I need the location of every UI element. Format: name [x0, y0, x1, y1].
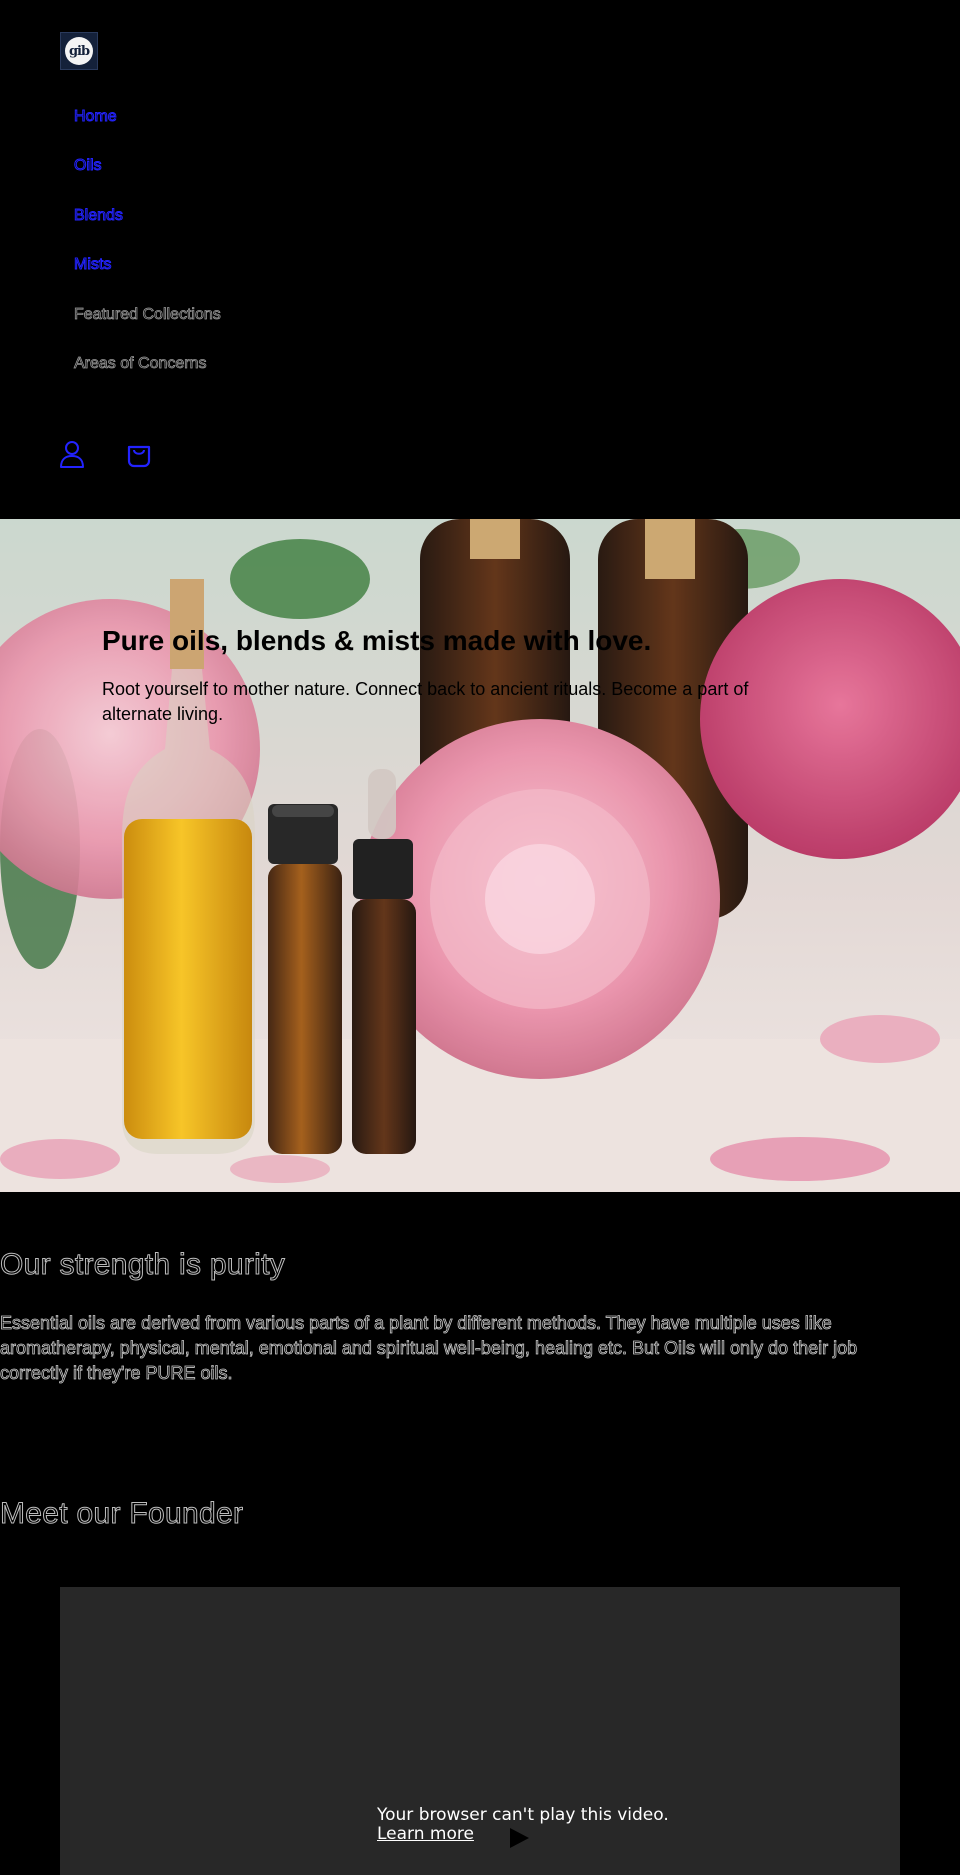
purity-heading: Our strength is purity: [0, 1248, 286, 1282]
site-logo[interactable]: gib: [60, 32, 98, 70]
nav-item-oils: Oils: [74, 142, 221, 192]
cart-icon[interactable]: [126, 440, 152, 468]
hero-subtitle: Root yourself to mother nature. Connect …: [102, 679, 749, 724]
video-unsupported-message: Your browser can't play this video.: [377, 1805, 669, 1825]
nav-areas-of-concerns[interactable]: Areas of Concerns: [74, 355, 207, 373]
hero-image: [0, 519, 960, 1192]
main-nav: Home Oils Blends Mists Featured Collecti…: [73, 92, 222, 390]
logo-mark: gib: [65, 37, 93, 65]
nav-item-mists: Mists: [73, 241, 221, 291]
nav-link-blends[interactable]: Blends: [74, 206, 124, 225]
nav-item-featured-collections: Featured Collections: [74, 290, 222, 340]
nav-link-home[interactable]: Home: [74, 107, 118, 126]
nav-featured-collections[interactable]: Featured Collections: [74, 305, 222, 324]
nav-item-home: Home: [74, 92, 221, 142]
nav-link-oils[interactable]: Oils: [74, 157, 103, 175]
learn-more-link[interactable]: Learn more: [377, 1824, 474, 1844]
nav-link-mists[interactable]: Mists: [73, 256, 111, 274]
nav-item-blends: Blends: [74, 191, 221, 241]
founder-heading: Meet our Founder: [0, 1497, 244, 1531]
purity-text: Essential oils are derived from various …: [0, 1313, 858, 1384]
play-icon[interactable]: [510, 1828, 529, 1848]
hero-title: Pure oils, blends & mists made with love…: [102, 625, 652, 656]
nav-item-areas-of-concerns: Areas of Concerns: [74, 340, 221, 390]
account-icon[interactable]: [59, 440, 85, 468]
founder-video[interactable]: Your browser can't play this video. Lear…: [60, 1587, 900, 1875]
hero-banner: Pure oils, blends & mists made with love…: [0, 519, 960, 1192]
